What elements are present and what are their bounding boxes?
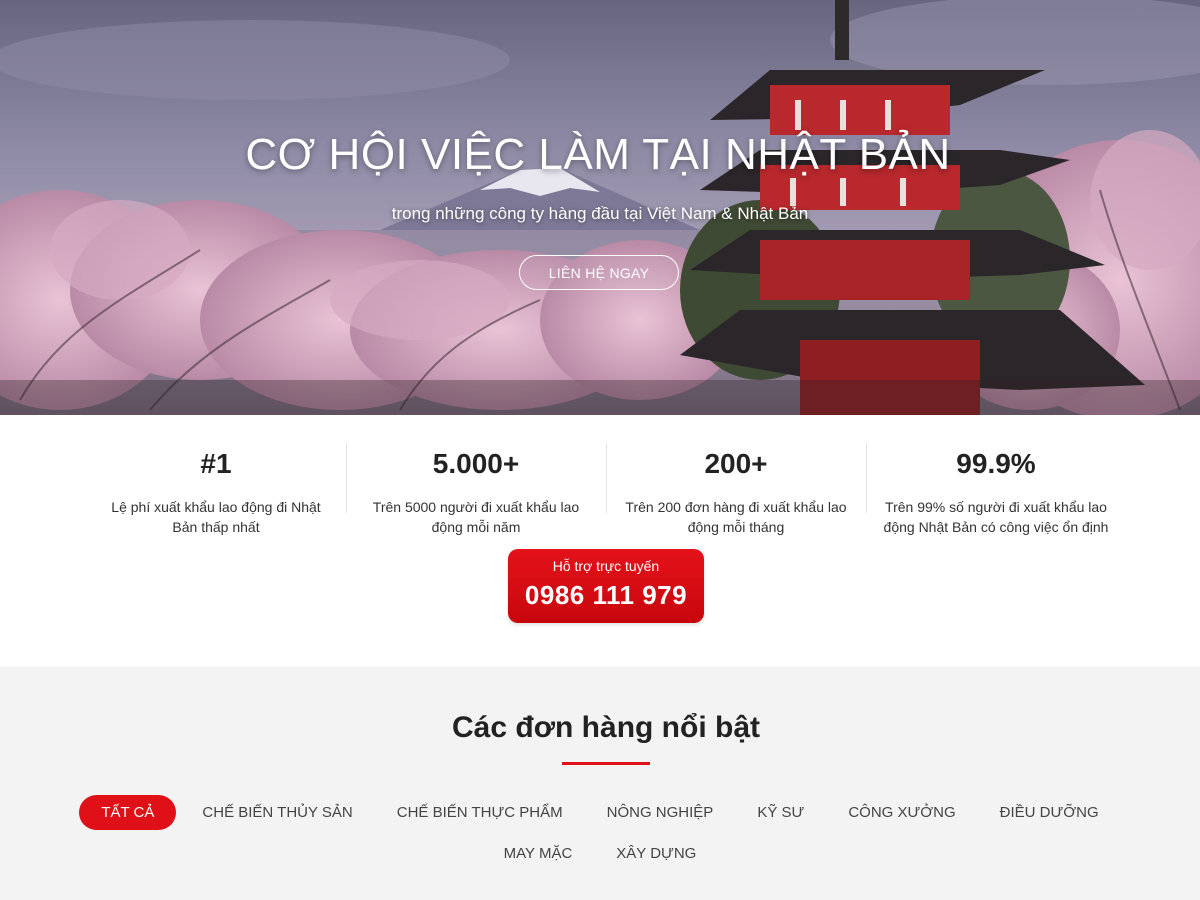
tab-factory[interactable]: CÔNG XƯỞNG — [826, 796, 977, 829]
tab-engineer[interactable]: KỸ SƯ — [735, 796, 826, 829]
stat-item-workers: 5.000+ Trên 5000 người đi xuất khẩu lao … — [346, 443, 606, 537]
stat-value: #1 — [200, 448, 232, 479]
stat-item-stability: 99.9% Trên 99% số người đi xuất khẩu lao… — [866, 443, 1126, 537]
stat-description: Lệ phí xuất khẩu lao động đi Nhật Bản th… — [111, 499, 321, 535]
tab-all[interactable]: TẤT CẢ — [79, 795, 177, 830]
tab-seafood-processing[interactable]: CHẾ BIẾN THỦY SẢN — [180, 796, 374, 829]
stats-section: #1 Lệ phí xuất khẩu lao động đi Nhật Bản… — [0, 415, 1200, 667]
contact-now-button[interactable]: LIÊN HỆ NGAY — [519, 255, 679, 290]
stat-value: 200+ — [704, 448, 768, 479]
hotline-phone: 0986 111 979 — [524, 580, 688, 610]
stat-value: 5.000+ — [432, 448, 520, 479]
hotline-label: Hỗ trợ trực tuyến — [552, 558, 660, 574]
tab-food-processing[interactable]: CHẾ BIẾN THỰC PHẨM — [375, 796, 585, 829]
section-title: Các đơn hàng nổi bật — [452, 711, 760, 744]
stat-description: Trên 5000 người đi xuất khẩu lao động mỗ… — [372, 499, 580, 535]
hero-title: CƠ HỘI VIỆC LÀM TẠI NHẬT BẢN — [245, 130, 951, 179]
stat-value: 99.9% — [956, 448, 1036, 479]
tab-nursing[interactable]: ĐIỀU DƯỠNG — [978, 796, 1121, 829]
title-underline — [562, 762, 650, 765]
tab-agriculture[interactable]: NÔNG NGHIỆP — [585, 796, 736, 829]
category-tabs-row-2: MAY MẶC XÂY DỰNG — [0, 837, 1200, 870]
featured-orders-section: Các đơn hàng nổi bật TẤT CẢ CHẾ BIẾN THỦ… — [0, 667, 1200, 900]
stat-description: Trên 99% số người đi xuất khẩu lao động … — [883, 499, 1109, 535]
hero-banner: CƠ HỘI VIỆC LÀM TẠI NHẬT BẢN trong những… — [0, 0, 1200, 415]
tab-garment[interactable]: MAY MẶC — [482, 837, 595, 870]
stat-item-orders: 200+ Trên 200 đơn hàng đi xuất khẩu lao … — [606, 443, 866, 537]
category-tabs-row-1: TẤT CẢ CHẾ BIẾN THỦY SẢN CHẾ BIẾN THỰC P… — [0, 795, 1200, 830]
tab-construction[interactable]: XÂY DỰNG — [594, 837, 718, 870]
stat-description: Trên 200 đơn hàng đi xuất khẩu lao động … — [625, 499, 847, 535]
stat-item-rank: #1 Lệ phí xuất khẩu lao động đi Nhật Bản… — [86, 443, 346, 537]
hero-subtitle: trong những công ty hàng đầu tại Việt Na… — [391, 204, 809, 223]
hotline-button[interactable]: Hỗ trợ trực tuyến 0986 111 979 — [508, 549, 704, 623]
